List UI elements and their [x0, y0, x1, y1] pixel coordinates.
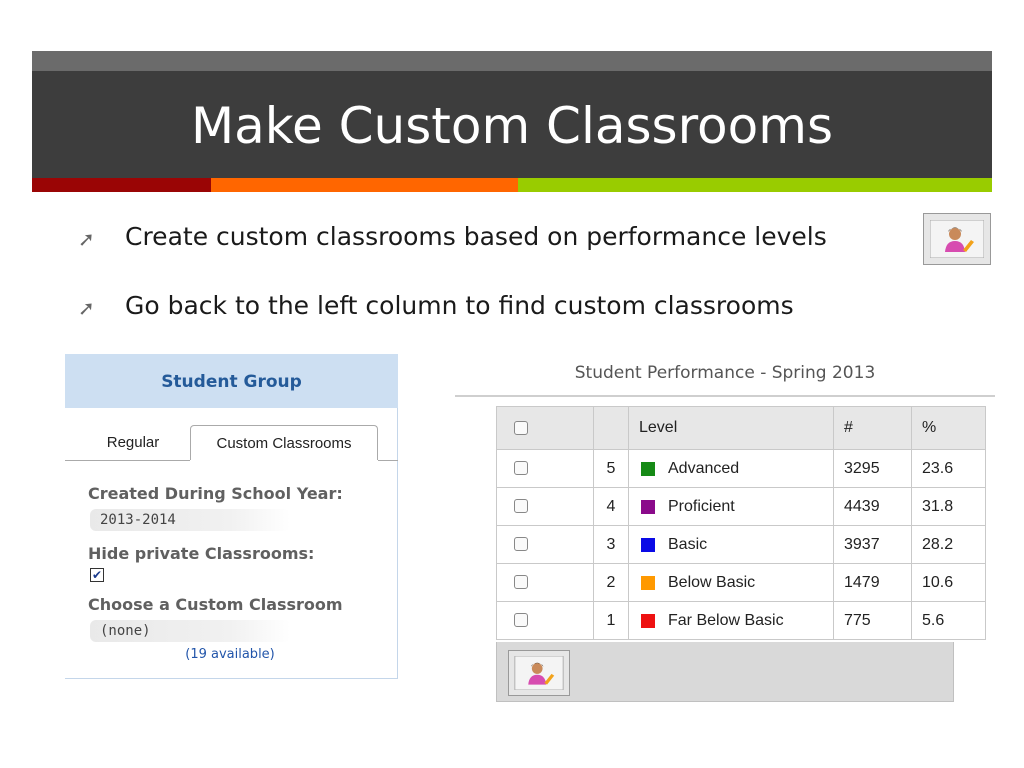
- percent-cell: 28.2: [911, 525, 986, 564]
- choose-classroom-label: Choose a Custom Classroom: [88, 595, 343, 614]
- person-pencil-icon: [514, 656, 564, 690]
- level-color-swatch: [641, 575, 655, 590]
- level-cell: Basic: [628, 525, 834, 564]
- level-color-swatch: [641, 499, 655, 514]
- level-cell: Advanced: [628, 449, 834, 488]
- header-top-band: [32, 51, 992, 71]
- arrow-up-right-icon: ➚: [78, 296, 95, 320]
- performance-title: Student Performance - Spring 2013: [574, 363, 876, 383]
- level-name: Proficient: [668, 497, 735, 515]
- level-number: 5: [593, 449, 629, 488]
- panel-title: Student Group: [161, 372, 302, 392]
- table-row[interactable]: 2 Below Basic 1479 10.6: [496, 563, 986, 602]
- tab-divider: [65, 460, 190, 461]
- table-row[interactable]: 5 Advanced 3295 23.6: [496, 449, 986, 488]
- level-name: Advanced: [668, 459, 740, 477]
- table-header-row: Level # %: [496, 406, 986, 450]
- count-cell: 4439: [833, 487, 912, 526]
- percent-cell: 10.6: [911, 563, 986, 602]
- accent-bar-red: [32, 178, 211, 192]
- school-year-label: Created During School Year:: [88, 484, 343, 503]
- school-year-select[interactable]: 2013-2014: [90, 509, 290, 531]
- title-divider: [455, 395, 995, 397]
- tab-custom-classrooms[interactable]: Custom Classrooms: [190, 425, 378, 460]
- bullet-text: Go back to the left column to find custo…: [125, 291, 794, 320]
- level-header: Level: [628, 406, 834, 450]
- table-row[interactable]: 3 Basic 3937 28.2: [496, 525, 986, 564]
- level-color-swatch: [641, 461, 655, 476]
- count-header: #: [833, 406, 912, 450]
- row-checkbox[interactable]: [514, 575, 528, 590]
- custom-classroom-select[interactable]: (none): [90, 620, 290, 642]
- accent-bar-orange: [211, 178, 518, 192]
- count-cell: 1479: [833, 563, 912, 602]
- person-pencil-icon: [930, 220, 984, 258]
- percent-cell: 23.6: [911, 449, 986, 488]
- level-name: Far Below Basic: [668, 611, 784, 629]
- row-checkbox[interactable]: [514, 613, 528, 628]
- percent-cell: 5.6: [911, 601, 986, 640]
- create-classroom-button[interactable]: [923, 213, 991, 265]
- row-checkbox-cell: [496, 449, 594, 488]
- row-checkbox[interactable]: [514, 461, 528, 476]
- tab-divider: [378, 460, 398, 461]
- count-cell: 775: [833, 601, 912, 640]
- count-cell: 3937: [833, 525, 912, 564]
- row-checkbox[interactable]: [514, 499, 528, 514]
- level-number: 4: [593, 487, 629, 526]
- percent-cell: 31.8: [911, 487, 986, 526]
- row-checkbox-cell: [496, 563, 594, 602]
- level-name: Basic: [668, 535, 708, 553]
- level-name: Below Basic: [668, 573, 756, 591]
- select-all-checkbox[interactable]: [514, 420, 528, 435]
- performance-table: Level # % 5 Advanced 3295 23.6 4 Profici…: [496, 406, 986, 640]
- count-cell: 3295: [833, 449, 912, 488]
- level-cell: Below Basic: [628, 563, 834, 602]
- row-checkbox-cell: [496, 487, 594, 526]
- slide-title: Make Custom Classrooms: [191, 97, 833, 155]
- row-checkbox[interactable]: [514, 537, 528, 552]
- level-color-swatch: [641, 613, 655, 628]
- level-color-swatch: [641, 537, 655, 552]
- create-classroom-button[interactable]: [508, 650, 570, 696]
- level-cell: Proficient: [628, 487, 834, 526]
- table-row[interactable]: 4 Proficient 4439 31.8: [496, 487, 986, 526]
- table-row[interactable]: 1 Far Below Basic 775 5.6: [496, 601, 986, 640]
- row-checkbox-cell: [496, 601, 594, 640]
- available-count: (19 available): [185, 647, 275, 662]
- level-number: 2: [593, 563, 629, 602]
- accent-bar-green: [518, 178, 992, 192]
- row-checkbox-cell: [496, 525, 594, 564]
- bullet-text: Create custom classrooms based on perfor…: [125, 222, 827, 251]
- level-number: 3: [593, 525, 629, 564]
- level-number: 1: [593, 601, 629, 640]
- percent-header: %: [911, 406, 986, 450]
- level-cell: Far Below Basic: [628, 601, 834, 640]
- rank-header: [593, 406, 629, 450]
- tab-regular[interactable]: Regular: [90, 425, 176, 460]
- arrow-up-right-icon: ➚: [78, 227, 95, 251]
- hide-private-checkbox[interactable]: ✔: [90, 568, 104, 582]
- select-all-cell: [496, 406, 594, 450]
- hide-private-label: Hide private Classrooms:: [88, 544, 315, 563]
